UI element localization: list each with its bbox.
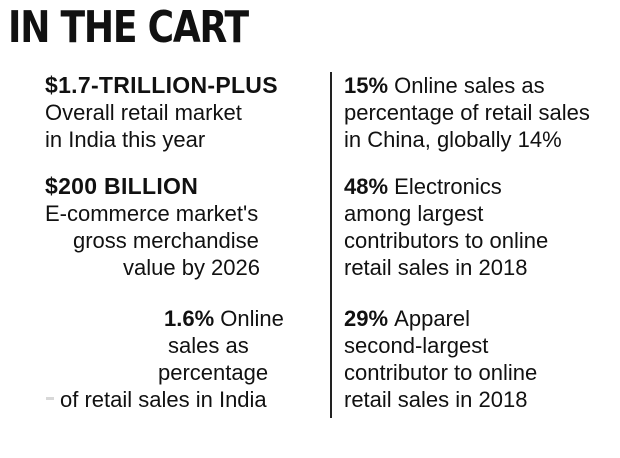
stat-china-online-share: 15% Online sales as percentage of retail…	[344, 72, 590, 153]
stat-line: value by 2026	[123, 255, 260, 280]
stat-figure: 15%	[344, 73, 389, 98]
stat-line: second-largest	[344, 333, 489, 358]
stat-line: among largest	[344, 201, 484, 226]
stat-line: sales as	[168, 333, 249, 358]
stat-line: E-commerce market's	[45, 201, 259, 226]
stat-first-line: Online sales as	[394, 73, 545, 98]
stat-headline: $200 BILLION	[45, 173, 199, 199]
stat-figure: 48%	[344, 174, 389, 199]
stat-retail-market: $1.7-TRILLION-PLUS Overall retail market…	[45, 72, 278, 153]
stat-first-line: Online	[220, 306, 284, 331]
stat-line: percentage	[158, 360, 269, 385]
stat-line: contributors to online	[344, 228, 549, 253]
stat-line: retail sales in 2018	[344, 255, 528, 280]
stat-line: gross merchandise	[73, 228, 259, 253]
stat-electronics-share: 48% Electronics among largest contributo…	[344, 173, 548, 281]
stat-first-line: Electronics	[394, 174, 502, 199]
stat-line: percentage of retail sales	[344, 100, 590, 125]
stat-line: in China, globally 14%	[344, 127, 562, 152]
stat-headline: $1.7-TRILLION-PLUS	[45, 72, 278, 98]
stat-line: contributor to online	[344, 360, 538, 385]
stat-line: Overall retail market	[45, 100, 242, 125]
stat-line: in India this year	[45, 127, 206, 152]
stat-india-online-share: 1.6% Online sales as percentage of retai…	[60, 305, 284, 413]
stat-headline: 15% Online sales as	[344, 72, 590, 99]
stat-first-line: Apparel	[394, 306, 471, 331]
print-mark	[46, 397, 54, 400]
stat-apparel-share: 29% Apparel second-largest contributor t…	[344, 305, 537, 413]
infographic-title: IN THE CART	[8, 2, 249, 53]
stat-line: retail sales in 2018	[344, 387, 528, 412]
stat-figure: 1.6%	[164, 306, 215, 331]
column-divider	[330, 72, 332, 418]
stat-headline: 1.6% Online	[60, 305, 284, 332]
stat-headline: 48% Electronics	[344, 173, 548, 200]
stat-figure: 29%	[344, 306, 389, 331]
stat-headline: 29% Apparel	[344, 305, 537, 332]
stat-line: of retail sales in India	[60, 387, 267, 412]
stat-ecommerce-gmv: $200 BILLION E-commerce market's gross m…	[45, 173, 260, 281]
